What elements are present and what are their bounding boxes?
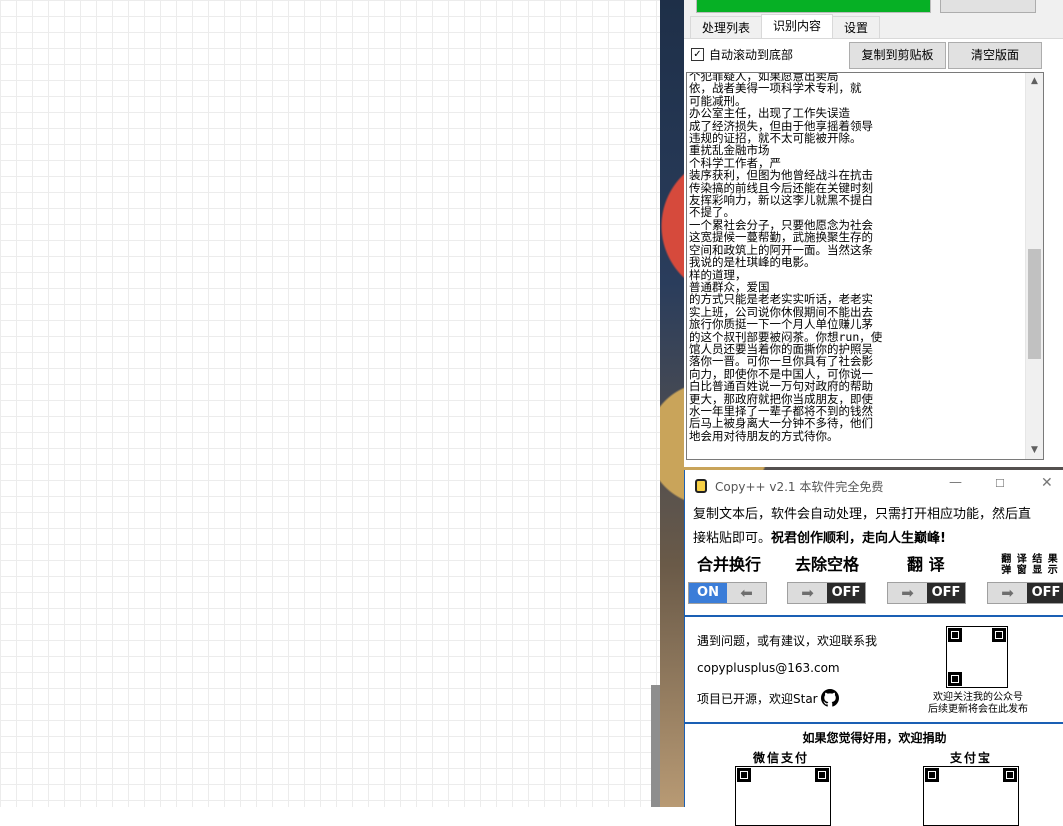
copy-to-clipboard-button[interactable]: 复制到剪贴板 [849, 42, 946, 69]
autoscroll-label: 自动滚动到底部 [709, 48, 794, 62]
qr-caption-line-1: 欢迎关注我的公众号 [933, 692, 1023, 703]
alipay-label: 支付宝 [950, 751, 993, 765]
toggle-label: 合并换行 [697, 555, 762, 574]
autoscroll-option[interactable]: ✓ 自动滚动到底部 [691, 46, 793, 63]
arrow-right-icon: ➡ [988, 583, 1027, 603]
donate-title: 如果您觉得好用，欢迎捐助 [802, 731, 947, 745]
translate-toggle[interactable]: ➡ OFF [887, 582, 966, 604]
ocr-window: 处理列表 识别内容 设置 ✓ 自动滚动到底部 复制到剪贴板 清空版面 个犯罪疑人… [684, 0, 1063, 467]
text-scrollbar[interactable]: ▲ ▼ [1025, 73, 1043, 459]
contact-email[interactable]: copyplusplus@163.com [697, 661, 840, 675]
popup-result-toggle[interactable]: ➡ OFF [987, 582, 1063, 604]
copyplus-titlebar[interactable]: Copy++ v2.1 本软件完全免费 — ☐ ✕ [685, 470, 1063, 502]
qr-finder [737, 768, 751, 782]
open-source-text: 项目已开源，欢迎Star [697, 691, 818, 706]
intro-wish: 祝君创作顺利，走向人生巅峰! [771, 531, 946, 546]
toggle-state: ON [689, 583, 727, 603]
toggle-label: 翻 译 结 果 弹 窗 显 示 [1001, 554, 1059, 576]
toggle-merge-lines: 合并换行 [697, 554, 787, 576]
toggle-popup-result: 翻 译 结 果 弹 窗 显 示 [997, 554, 1063, 576]
clear-layout-button[interactable]: 清空版面 [948, 42, 1042, 69]
tab-settings[interactable]: 设置 [832, 16, 881, 39]
intro-text: 复制文本后，软件会自动处理，只需打开相应功能，然后直 接粘贴即可。祝君创作顺利，… [693, 503, 1063, 551]
qr-finder [992, 628, 1006, 642]
tab-recognized-content[interactable]: 识别内容 [761, 14, 834, 39]
merge-lines-toggle[interactable]: ON ⬅ [688, 582, 767, 604]
minimize-icon[interactable]: — [949, 475, 962, 490]
copyplus-app-icon [695, 479, 707, 493]
open-source-line: 项目已开源，欢迎Star [697, 689, 839, 707]
recognized-text: 个犯罪疑人，如果愿意出卖局 依，战者美得一项科学术专利，就 可能减刑。 办公室主… [689, 72, 883, 443]
toggle-label: 翻 译 [907, 555, 945, 574]
window-title: Copy++ v2.1 本软件完全免费 [715, 480, 884, 494]
recognized-text-area[interactable]: 个犯罪疑人，如果愿意出卖局 依，战者美得一项科学术专利，就 可能减刑。 办公室主… [686, 72, 1044, 460]
arrow-right-icon: ➡ [888, 583, 927, 603]
contact-text: 遇到问题，或有建议，欢迎联系我 [697, 634, 878, 648]
toggle-translate: 翻 译 [907, 554, 997, 576]
scroll-down-icon[interactable]: ▼ [1026, 442, 1043, 459]
toggle-remove-spaces: 去除空格 [795, 554, 885, 576]
wechat-official-qr-code [946, 626, 1008, 688]
top-button[interactable] [940, 0, 1036, 13]
wechat-pay-qr-code [735, 766, 831, 826]
arrow-left-icon: ⬅ [727, 583, 766, 603]
qr-caption: 欢迎关注我的公众号 后续更新将会在此发布 [921, 692, 1035, 716]
qr-finder [815, 768, 829, 782]
progress-bar [696, 0, 931, 13]
section-divider [685, 722, 1063, 724]
tab-strip: 处理列表 识别内容 设置 [690, 14, 881, 39]
toggle-label: 去除空格 [795, 555, 860, 574]
scroll-up-icon[interactable]: ▲ [1026, 73, 1043, 90]
toggle-state: OFF [1027, 583, 1063, 603]
tab-process-list[interactable]: 处理列表 [690, 16, 763, 39]
github-icon[interactable] [820, 689, 839, 707]
qr-finder [1003, 768, 1017, 782]
canvas-grid[interactable] [0, 0, 660, 807]
toggle-state: OFF [827, 583, 865, 603]
qr-caption-line-2: 后续更新将会在此发布 [928, 704, 1028, 715]
qr-finder [948, 672, 962, 686]
qr-finder [925, 768, 939, 782]
intro-line-1: 复制文本后，软件会自动处理，只需打开相应功能，然后直 [693, 507, 1032, 522]
toggle-state: OFF [927, 583, 965, 603]
section-divider [685, 615, 1063, 617]
alipay-qr-code [923, 766, 1019, 826]
wechat-pay-label: 微信支付 [753, 751, 810, 765]
qr-finder [948, 628, 962, 642]
intro-line-2: 接粘贴即可。 [693, 531, 772, 546]
tab-panel: ✓ 自动滚动到底部 复制到剪贴板 清空版面 个犯罪疑人，如果愿意出卖局 依，战者… [684, 38, 1063, 467]
scroll-thumb[interactable] [1028, 249, 1041, 359]
copyplus-window: Copy++ v2.1 本软件完全免费 — ☐ ✕ 复制文本后，软件会自动处理，… [684, 470, 1063, 826]
autoscroll-checkbox[interactable]: ✓ [691, 48, 704, 61]
maximize-icon[interactable]: ☐ [995, 477, 1005, 490]
remove-spaces-toggle[interactable]: ➡ OFF [787, 582, 866, 604]
close-icon[interactable]: ✕ [1041, 475, 1053, 491]
canvas-scrollbar[interactable] [651, 685, 660, 807]
arrow-right-icon: ➡ [788, 583, 827, 603]
